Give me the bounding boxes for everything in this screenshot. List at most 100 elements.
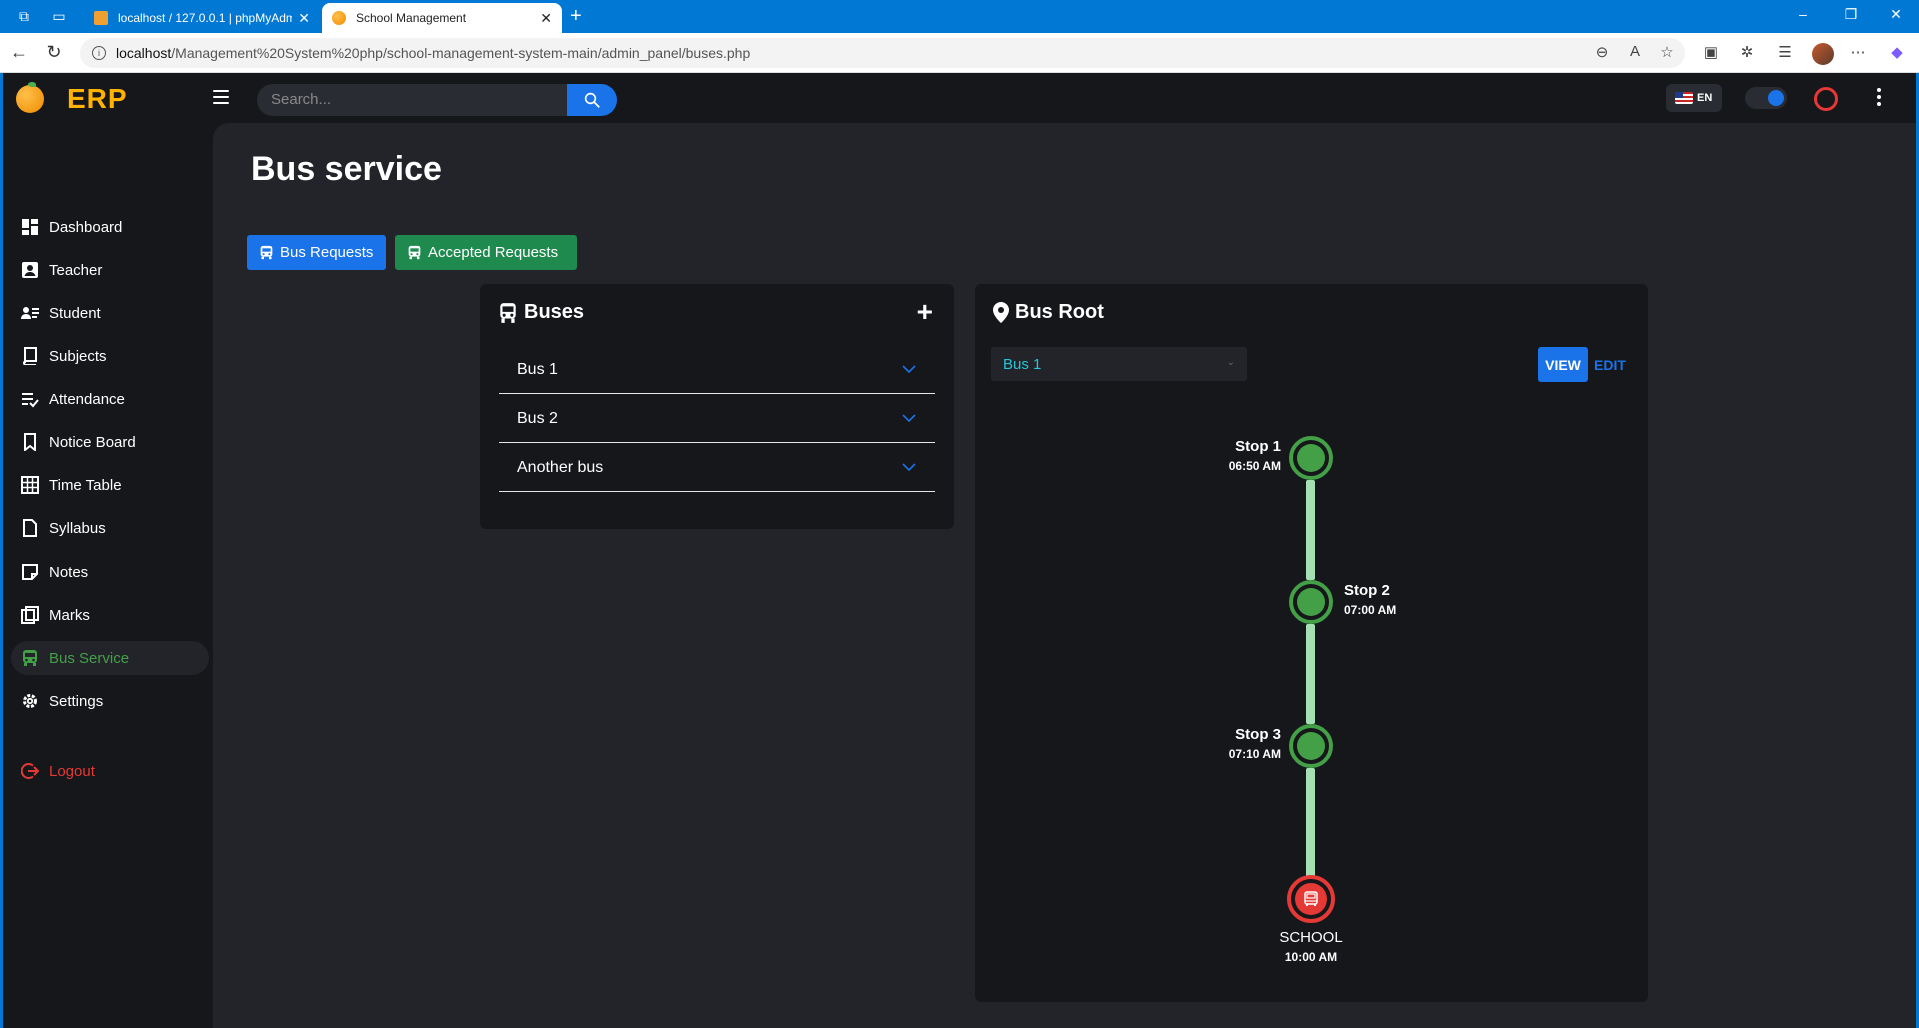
profile-ring-icon[interactable] [1814,87,1838,111]
sidebar-item-label: Teacher [49,261,103,279]
language-code: EN [1697,92,1713,104]
bus-requests-button[interactable]: Bus Requests [247,235,386,270]
profile-avatar[interactable] [1812,43,1834,65]
sidebar-item-label: Student [49,304,101,322]
logout-icon [21,762,39,780]
site-info-icon[interactable]: i [92,46,106,60]
sidebar-item-label: Subjects [49,347,107,365]
sidebar: Dashboard Teacher Student Subjects Atten… [3,123,213,1028]
book-icon [21,347,39,365]
logo-text: ERP [67,83,128,114]
card-title-text: Bus Root [1015,301,1104,323]
sidebar-item-label: Bus Service [49,649,130,667]
favorite-star-icon[interactable]: ☆ [1657,43,1677,61]
workspaces-icon[interactable]: ⧉ [15,7,33,25]
sidebar-item-label: Time Table [49,476,122,494]
tab-title: localhost / 127.0.0.1 | phpMyAdmin [118,11,293,25]
dashboard-icon [21,218,39,236]
phpmyadmin-favicon-icon [94,11,108,25]
sidebar-item-teacher[interactable]: Teacher [11,253,209,287]
back-icon[interactable]: ← [9,42,29,63]
chevron-down-icon: ⌄ [1226,357,1235,368]
favorites-icon[interactable]: ☰ [1775,43,1795,61]
card-title-text: Buses [524,301,585,323]
minimize-icon[interactable]: – [1793,6,1813,22]
chevron-down-icon [902,463,916,472]
marks-icon [21,606,39,624]
bus-accordion-item[interactable]: Bus 1 [499,346,935,394]
restore-icon[interactable]: ❐ [1841,6,1861,23]
sidebar-item-subjects[interactable]: Subjects [11,339,209,373]
stop-name: Stop 1 [1235,438,1281,455]
stop-node[interactable] [1289,436,1333,480]
route-line-segment [1306,480,1315,580]
search-button[interactable] [567,84,617,116]
route-line-segment [1306,624,1315,724]
split-screen-icon[interactable]: ▣ [1701,43,1721,61]
close-tab-icon[interactable]: ✕ [298,10,310,27]
school-bus-icon [1295,883,1327,915]
accepted-requests-button[interactable]: Accepted Requests [395,235,577,270]
sidebar-item-bus-service[interactable]: Bus Service [11,641,209,675]
stop-node[interactable] [1289,580,1333,624]
language-selector[interactable]: EN [1666,84,1722,112]
selected-bus: Bus 1 [1003,355,1042,373]
stop-node[interactable] [1289,724,1333,768]
bus-name: Bus 1 [517,360,558,378]
close-tab-icon[interactable]: ✕ [540,10,552,27]
address-bar: ← ↻ i localhost/Management%20System%20ph… [0,33,1919,73]
school-label: SCHOOL 10:00 AM [1251,929,1371,964]
orange-logo-icon [16,82,44,113]
sidebar-item-syllabus[interactable]: Syllabus [11,511,209,545]
sidebar-item-notice-board[interactable]: Notice Board [11,425,209,459]
tab-school-management[interactable]: School Management ✕ [322,3,562,33]
sidebar-item-dashboard[interactable]: Dashboard [11,210,209,244]
extensions-icon[interactable]: ✲ [1737,43,1757,61]
sidebar-item-notes[interactable]: Notes [11,555,209,589]
stop-label: Stop 3 07:10 AM [1229,726,1281,761]
sidebar-item-settings[interactable]: Settings [11,684,209,718]
tab-actions-icon[interactable]: ▭ [50,7,68,25]
bus-accordion-item[interactable]: Another bus [499,444,935,492]
stop-name: Stop 2 [1344,582,1390,599]
bus-select-dropdown[interactable]: Bus 1 ⌄ [991,347,1247,381]
school-node[interactable] [1287,875,1335,923]
sidebar-item-marks[interactable]: Marks [11,598,209,632]
bus-root-card-title: Bus Root [993,301,1104,324]
theme-toggle[interactable] [1745,87,1787,109]
refresh-icon[interactable]: ↻ [44,42,64,63]
bus-accordion-item[interactable]: Bus 2 [499,395,935,443]
url-field[interactable]: i localhost/Management%20System%20php/sc… [80,38,1685,68]
main-content: Bus service Bus Requests Accepted Reques… [213,123,1916,1028]
logout-button[interactable]: Logout [11,754,209,788]
view-button[interactable]: VIEW [1538,347,1588,382]
buses-card-title: Buses [498,301,584,324]
note-icon [21,563,39,581]
close-window-icon[interactable]: ✕ [1886,6,1906,23]
edit-button[interactable]: EDIT [1594,357,1626,373]
more-icon[interactable]: ⋯ [1848,43,1868,61]
chevron-down-icon [902,414,916,423]
browser-tabstrip: ⧉ ▭ localhost / 127.0.0.1 | phpMyAdmin ✕… [0,0,1919,33]
add-bus-button[interactable]: + [917,298,933,326]
menu-toggle-icon[interactable] [213,90,229,104]
sidebar-item-student[interactable]: Student [11,296,209,330]
sidebar-item-time-table[interactable]: Time Table [11,468,209,502]
button-label: Accepted Requests [428,244,559,261]
sidebar-item-label: Settings [49,692,104,710]
zoom-icon[interactable]: ⊖ [1592,43,1612,61]
sidebar-item-label: Attendance [49,390,125,408]
teacher-icon [21,261,39,279]
stop-time: 06:50 AM [1228,459,1281,473]
sidebar-item-label: Syllabus [49,519,106,537]
read-aloud-icon[interactable]: A [1625,43,1645,60]
copilot-icon[interactable]: ◆ [1887,43,1907,61]
tab-phpmyadmin[interactable]: localhost / 127.0.0.1 | phpMyAdmin ✕ [84,3,320,33]
kebab-menu-icon[interactable] [1877,88,1881,106]
sidebar-item-attendance[interactable]: Attendance [11,382,209,416]
search-input[interactable]: Search... [257,84,571,116]
bus-name: Bus 2 [517,409,558,427]
bookmark-icon [21,433,39,451]
logout-label: Logout [49,762,95,780]
new-tab-icon[interactable]: + [570,5,582,28]
